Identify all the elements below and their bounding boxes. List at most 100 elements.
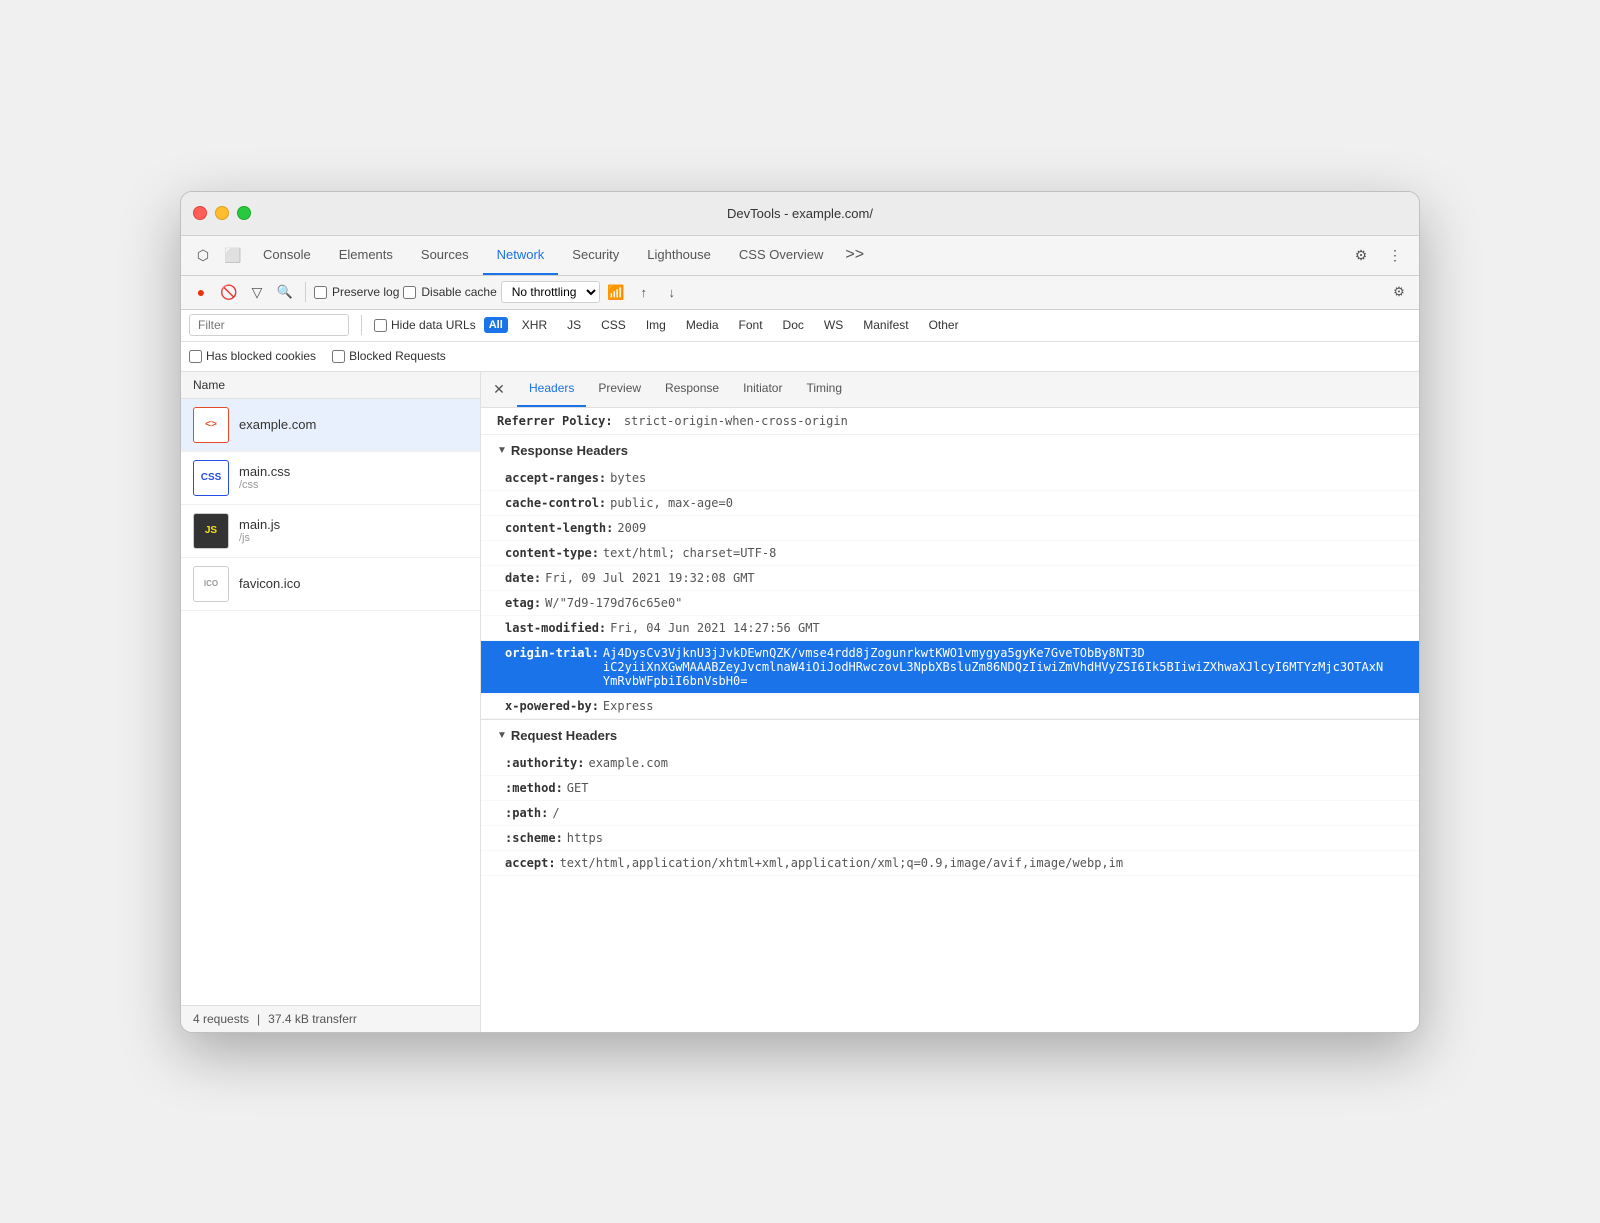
file-icon-ico: ICO (193, 566, 229, 602)
network-settings-icon[interactable]: ⚙ (1387, 280, 1411, 304)
filter-ws[interactable]: WS (818, 316, 849, 334)
file-name: main.css (239, 464, 290, 479)
preserve-log-input[interactable] (314, 286, 327, 299)
settings-gear-icon[interactable]: ⚙ (1347, 241, 1375, 269)
file-name: main.js (239, 517, 280, 532)
hide-data-urls-input[interactable] (374, 319, 387, 332)
header-value: / (552, 806, 559, 820)
tab-initiator[interactable]: Initiator (731, 372, 794, 407)
filter-other[interactable]: Other (923, 316, 965, 334)
header-value: Fri, 09 Jul 2021 19:32:08 GMT (545, 571, 755, 585)
tab-timing[interactable]: Timing (794, 372, 854, 407)
filter-xhr[interactable]: XHR (516, 316, 553, 334)
tabs-overflow[interactable]: >> (837, 246, 872, 264)
tab-response[interactable]: Response (653, 372, 731, 407)
panel-close-icon[interactable]: ✕ (489, 379, 509, 399)
devtools-window: DevTools - example.com/ ⬡ ⬜ Console Elem… (180, 191, 1420, 1033)
header-row: content-type: text/html; charset=UTF-8 (481, 541, 1419, 566)
filter-media[interactable]: Media (680, 316, 725, 334)
device-icon[interactable]: ⬜ (219, 241, 247, 269)
file-path: /js (239, 532, 280, 544)
response-headers-section[interactable]: ▼ Response Headers (481, 435, 1419, 466)
disable-cache-checkbox[interactable]: Disable cache (403, 285, 496, 299)
title-bar: DevTools - example.com/ (181, 192, 1419, 236)
referrer-policy-value: strict-origin-when-cross-origin (624, 414, 848, 428)
list-item[interactable]: <> example.com (181, 399, 480, 452)
main-content: Name <> example.com CSS main.css /css (181, 372, 1419, 1032)
has-blocked-cookies-input[interactable] (189, 350, 202, 363)
maximize-button[interactable] (237, 206, 251, 220)
filter-img[interactable]: Img (640, 316, 672, 334)
tab-security[interactable]: Security (558, 236, 633, 275)
tab-headers[interactable]: Headers (517, 372, 586, 407)
filter-font[interactable]: Font (733, 316, 769, 334)
filter-input[interactable] (189, 314, 349, 336)
list-item[interactable]: ICO favicon.ico (181, 558, 480, 611)
header-key: origin-trial: (505, 646, 599, 660)
filter-css[interactable]: CSS (595, 316, 632, 334)
header-value: Aj4DysCv3VjknU3jJvkDEwnQZK/vmse4rdd8jZog… (603, 646, 1383, 688)
file-name: example.com (239, 417, 316, 432)
file-info: main.js /js (239, 517, 280, 544)
tab-elements[interactable]: Elements (325, 236, 407, 275)
request-headers-section[interactable]: ▼ Request Headers (481, 720, 1419, 751)
tab-css-overview[interactable]: CSS Overview (725, 236, 838, 275)
window-title: DevTools - example.com/ (727, 206, 873, 221)
disable-cache-input[interactable] (403, 286, 416, 299)
network-toolbar: ● 🚫 ▽ 🔍 Preserve log Disable cache No th… (181, 276, 1419, 310)
search-icon[interactable]: 🔍 (273, 280, 297, 304)
filter-doc[interactable]: Doc (777, 316, 810, 334)
blocked-requests-checkbox[interactable]: Blocked Requests (332, 349, 446, 363)
header-row: content-length: 2009 (481, 516, 1419, 541)
preserve-log-checkbox[interactable]: Preserve log (314, 285, 399, 299)
tab-network[interactable]: Network (483, 236, 559, 275)
header-key: :path: (505, 806, 548, 820)
header-value: GET (567, 781, 589, 795)
throttle-select[interactable]: No throttling (501, 281, 600, 303)
filter-js[interactable]: JS (561, 316, 587, 334)
header-value: example.com (588, 756, 667, 770)
close-button[interactable] (193, 206, 207, 220)
tab-sources[interactable]: Sources (407, 236, 483, 275)
tab-preview[interactable]: Preview (586, 372, 653, 407)
file-list-footer: 4 requests | 37.4 kB transferr (181, 1005, 480, 1032)
download-icon[interactable]: ↓ (660, 280, 684, 304)
file-icon-html: <> (193, 407, 229, 443)
more-options-icon[interactable]: ⋮ (1381, 241, 1409, 269)
wifi-icon[interactable]: 📶 (604, 280, 628, 304)
list-item[interactable]: JS main.js /js (181, 505, 480, 558)
header-key: last-modified: (505, 621, 606, 635)
file-name: favicon.ico (239, 576, 300, 591)
has-blocked-cookies-checkbox[interactable]: Has blocked cookies (189, 349, 316, 363)
filter-manifest[interactable]: Manifest (857, 316, 914, 334)
header-row: :scheme: https (481, 826, 1419, 851)
tabs-list: Console Elements Sources Network Securit… (249, 236, 1347, 275)
blocked-requests-input[interactable] (332, 350, 345, 363)
cursor-icon[interactable]: ⬡ (189, 241, 217, 269)
header-row: date: Fri, 09 Jul 2021 19:32:08 GMT (481, 566, 1419, 591)
record-button[interactable]: ● (189, 280, 213, 304)
hide-data-urls-checkbox[interactable]: Hide data URLs (374, 318, 476, 332)
header-row-highlighted[interactable]: origin-trial: Aj4DysCv3VjknU3jJvkDEwnQZK… (481, 641, 1419, 694)
file-list-panel: Name <> example.com CSS main.css /css (181, 372, 481, 1032)
hide-data-urls-label: Hide data URLs (391, 318, 476, 332)
referrer-policy-key: Referrer Policy: (497, 414, 613, 428)
upload-icon[interactable]: ↑ (632, 280, 656, 304)
tab-lighthouse[interactable]: Lighthouse (633, 236, 725, 275)
header-row: accept-ranges: bytes (481, 466, 1419, 491)
traffic-lights (193, 206, 251, 220)
clear-button[interactable]: 🚫 (217, 280, 241, 304)
preserve-log-label: Preserve log (332, 285, 399, 299)
all-badge[interactable]: All (484, 317, 508, 333)
filter-icon[interactable]: ▽ (245, 280, 269, 304)
header-key: :method: (505, 781, 563, 795)
header-row: :path: / (481, 801, 1419, 826)
header-key: cache-control: (505, 496, 606, 510)
header-key: etag: (505, 596, 541, 610)
header-value: 2009 (617, 521, 646, 535)
header-key: :authority: (505, 756, 584, 770)
list-item[interactable]: CSS main.css /css (181, 452, 480, 505)
minimize-button[interactable] (215, 206, 229, 220)
tab-console[interactable]: Console (249, 236, 325, 275)
triangle-icon: ▼ (497, 445, 507, 456)
